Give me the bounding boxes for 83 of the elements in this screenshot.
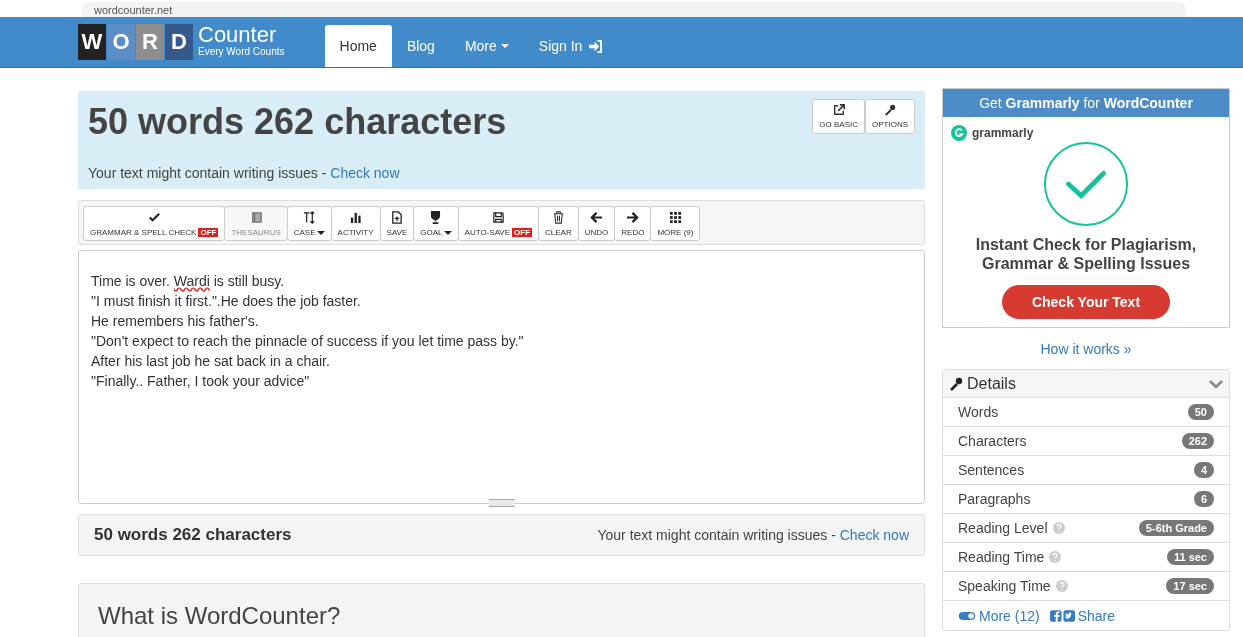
count-heading: 50 words 262 characters: [88, 101, 507, 143]
how-it-works-link[interactable]: How it works »: [942, 341, 1230, 357]
ad-header: Get Grammarly for WordCounter: [943, 89, 1229, 117]
toolbar-button[interactable]: CASE: [286, 206, 332, 241]
details-header[interactable]: Details: [943, 370, 1229, 397]
check-now-link[interactable]: Check now: [839, 527, 909, 543]
status-badge: OFF: [512, 228, 533, 237]
stat-label: Words: [958, 404, 999, 420]
stat-value: 4: [1193, 462, 1214, 478]
stat-label: Speaking Time: [958, 578, 1051, 594]
toolbar-button[interactable]: SAVE: [379, 206, 415, 241]
logo-letter: R: [136, 24, 164, 60]
address-bar[interactable]: wordcounter.net: [82, 2, 1186, 17]
logo-letter: D: [165, 24, 193, 60]
toolbar-icon: [390, 211, 404, 224]
details-title: Details: [967, 374, 1017, 393]
stat-value: 262: [1181, 433, 1214, 449]
text-line: "Don't expect to reach the pinnacle of success if you let time pass by.": [91, 332, 525, 351]
count-summary: 50 words 262 characters: [94, 525, 292, 545]
toolbar-icon: [349, 211, 363, 224]
check-text-button[interactable]: Check Your Text: [1002, 285, 1170, 319]
social-icon: [1049, 609, 1075, 622]
toolbar-button[interactable]: GRAMMAR & SPELL CHECK OFF: [83, 206, 226, 241]
share-link[interactable]: Share: [1049, 607, 1116, 624]
toolbar-button[interactable]: REDO: [614, 206, 652, 241]
toolbar-icon: [626, 211, 640, 224]
check-now-link[interactable]: Check now: [330, 165, 400, 181]
toolbar-icon: [302, 211, 316, 224]
toolbar-icon: [590, 211, 603, 224]
toolbar-button[interactable]: ACTIVITY: [330, 206, 381, 241]
hero-button[interactable]: OPTIONS: [865, 99, 915, 134]
stat-value: 50: [1187, 404, 1214, 420]
toolbar-icon: [147, 211, 161, 224]
hero-button[interactable]: GO BASIC: [812, 99, 865, 134]
stat-label: Reading Time: [958, 549, 1045, 565]
toolbar-button[interactable]: UNDO: [577, 206, 616, 241]
section-heading: What is WordCounter?: [98, 602, 342, 630]
toolbar-button[interactable]: MORE (9): [650, 206, 701, 241]
nav-tab[interactable]: Home: [324, 25, 392, 67]
toolbar-button[interactable]: GOAL: [413, 206, 459, 241]
stat-value: 6: [1193, 491, 1214, 507]
sign-in-icon: [588, 39, 604, 53]
help-icon[interactable]: [1055, 580, 1068, 592]
brand-name: grammarly: [972, 126, 1034, 140]
help-icon[interactable]: [1052, 522, 1065, 534]
nav-tab[interactable]: Blog: [391, 25, 450, 67]
nav-tab[interactable]: Sign In: [523, 25, 619, 67]
text-line: "I must finish it first.".He does the job faster.: [91, 292, 362, 311]
toolbar-icon: [491, 211, 505, 224]
logo-letter: O: [107, 24, 135, 60]
status-badge: OFF: [198, 228, 219, 237]
writing-notice: Your text might contain writing issues - Check now: [88, 165, 401, 181]
stat-value: 11 sec: [1166, 549, 1214, 565]
toolbar-button[interactable]: AUTO-SAVE OFF: [457, 206, 540, 241]
text-line: He remembers his father's.: [91, 312, 260, 331]
brand-logo-icon: [951, 125, 967, 141]
toolbar-icon: [429, 211, 443, 224]
toolbar-button[interactable]: CLEAR: [538, 206, 579, 241]
more-toggle[interactable]: More (12): [958, 607, 1040, 624]
ad-headline: Instant Check for Plagiarism, Grammar & Spelling Issues: [974, 235, 1198, 273]
toolbar-icon: [249, 211, 263, 224]
toolbar-icon: [668, 211, 682, 224]
nav-tab[interactable]: More: [449, 25, 524, 67]
stat-label: Paragraphs: [958, 491, 1031, 507]
logo-text: Counter: [198, 24, 278, 46]
text-editor[interactable]: [78, 250, 925, 504]
text-line: Time is over. Wardi is still busy.: [91, 272, 286, 291]
writing-notice: Your text might contain writing issues - Check now: [597, 527, 909, 543]
stat-value: 17 sec: [1166, 578, 1214, 594]
toggle-icon: [958, 610, 976, 621]
help-icon[interactable]: [1049, 551, 1062, 563]
logo-letter: W: [78, 24, 106, 60]
toolbar-icon: [551, 211, 565, 224]
external-link-icon: [832, 104, 845, 116]
text-line: After his last job he sat back in a chair.: [91, 352, 331, 371]
stat-label: Sentences: [958, 462, 1025, 478]
stat-label: Characters: [958, 433, 1027, 449]
logo-tagline: Every Word Counts: [198, 46, 285, 57]
stat-label: Reading Level: [958, 520, 1048, 536]
text-line: "Finally.. Father, I took your advice": [91, 372, 311, 391]
stat-value: 5-6th Grade: [1138, 520, 1214, 536]
check-circle-icon: [1043, 141, 1129, 227]
resize-handle[interactable]: [488, 499, 515, 507]
